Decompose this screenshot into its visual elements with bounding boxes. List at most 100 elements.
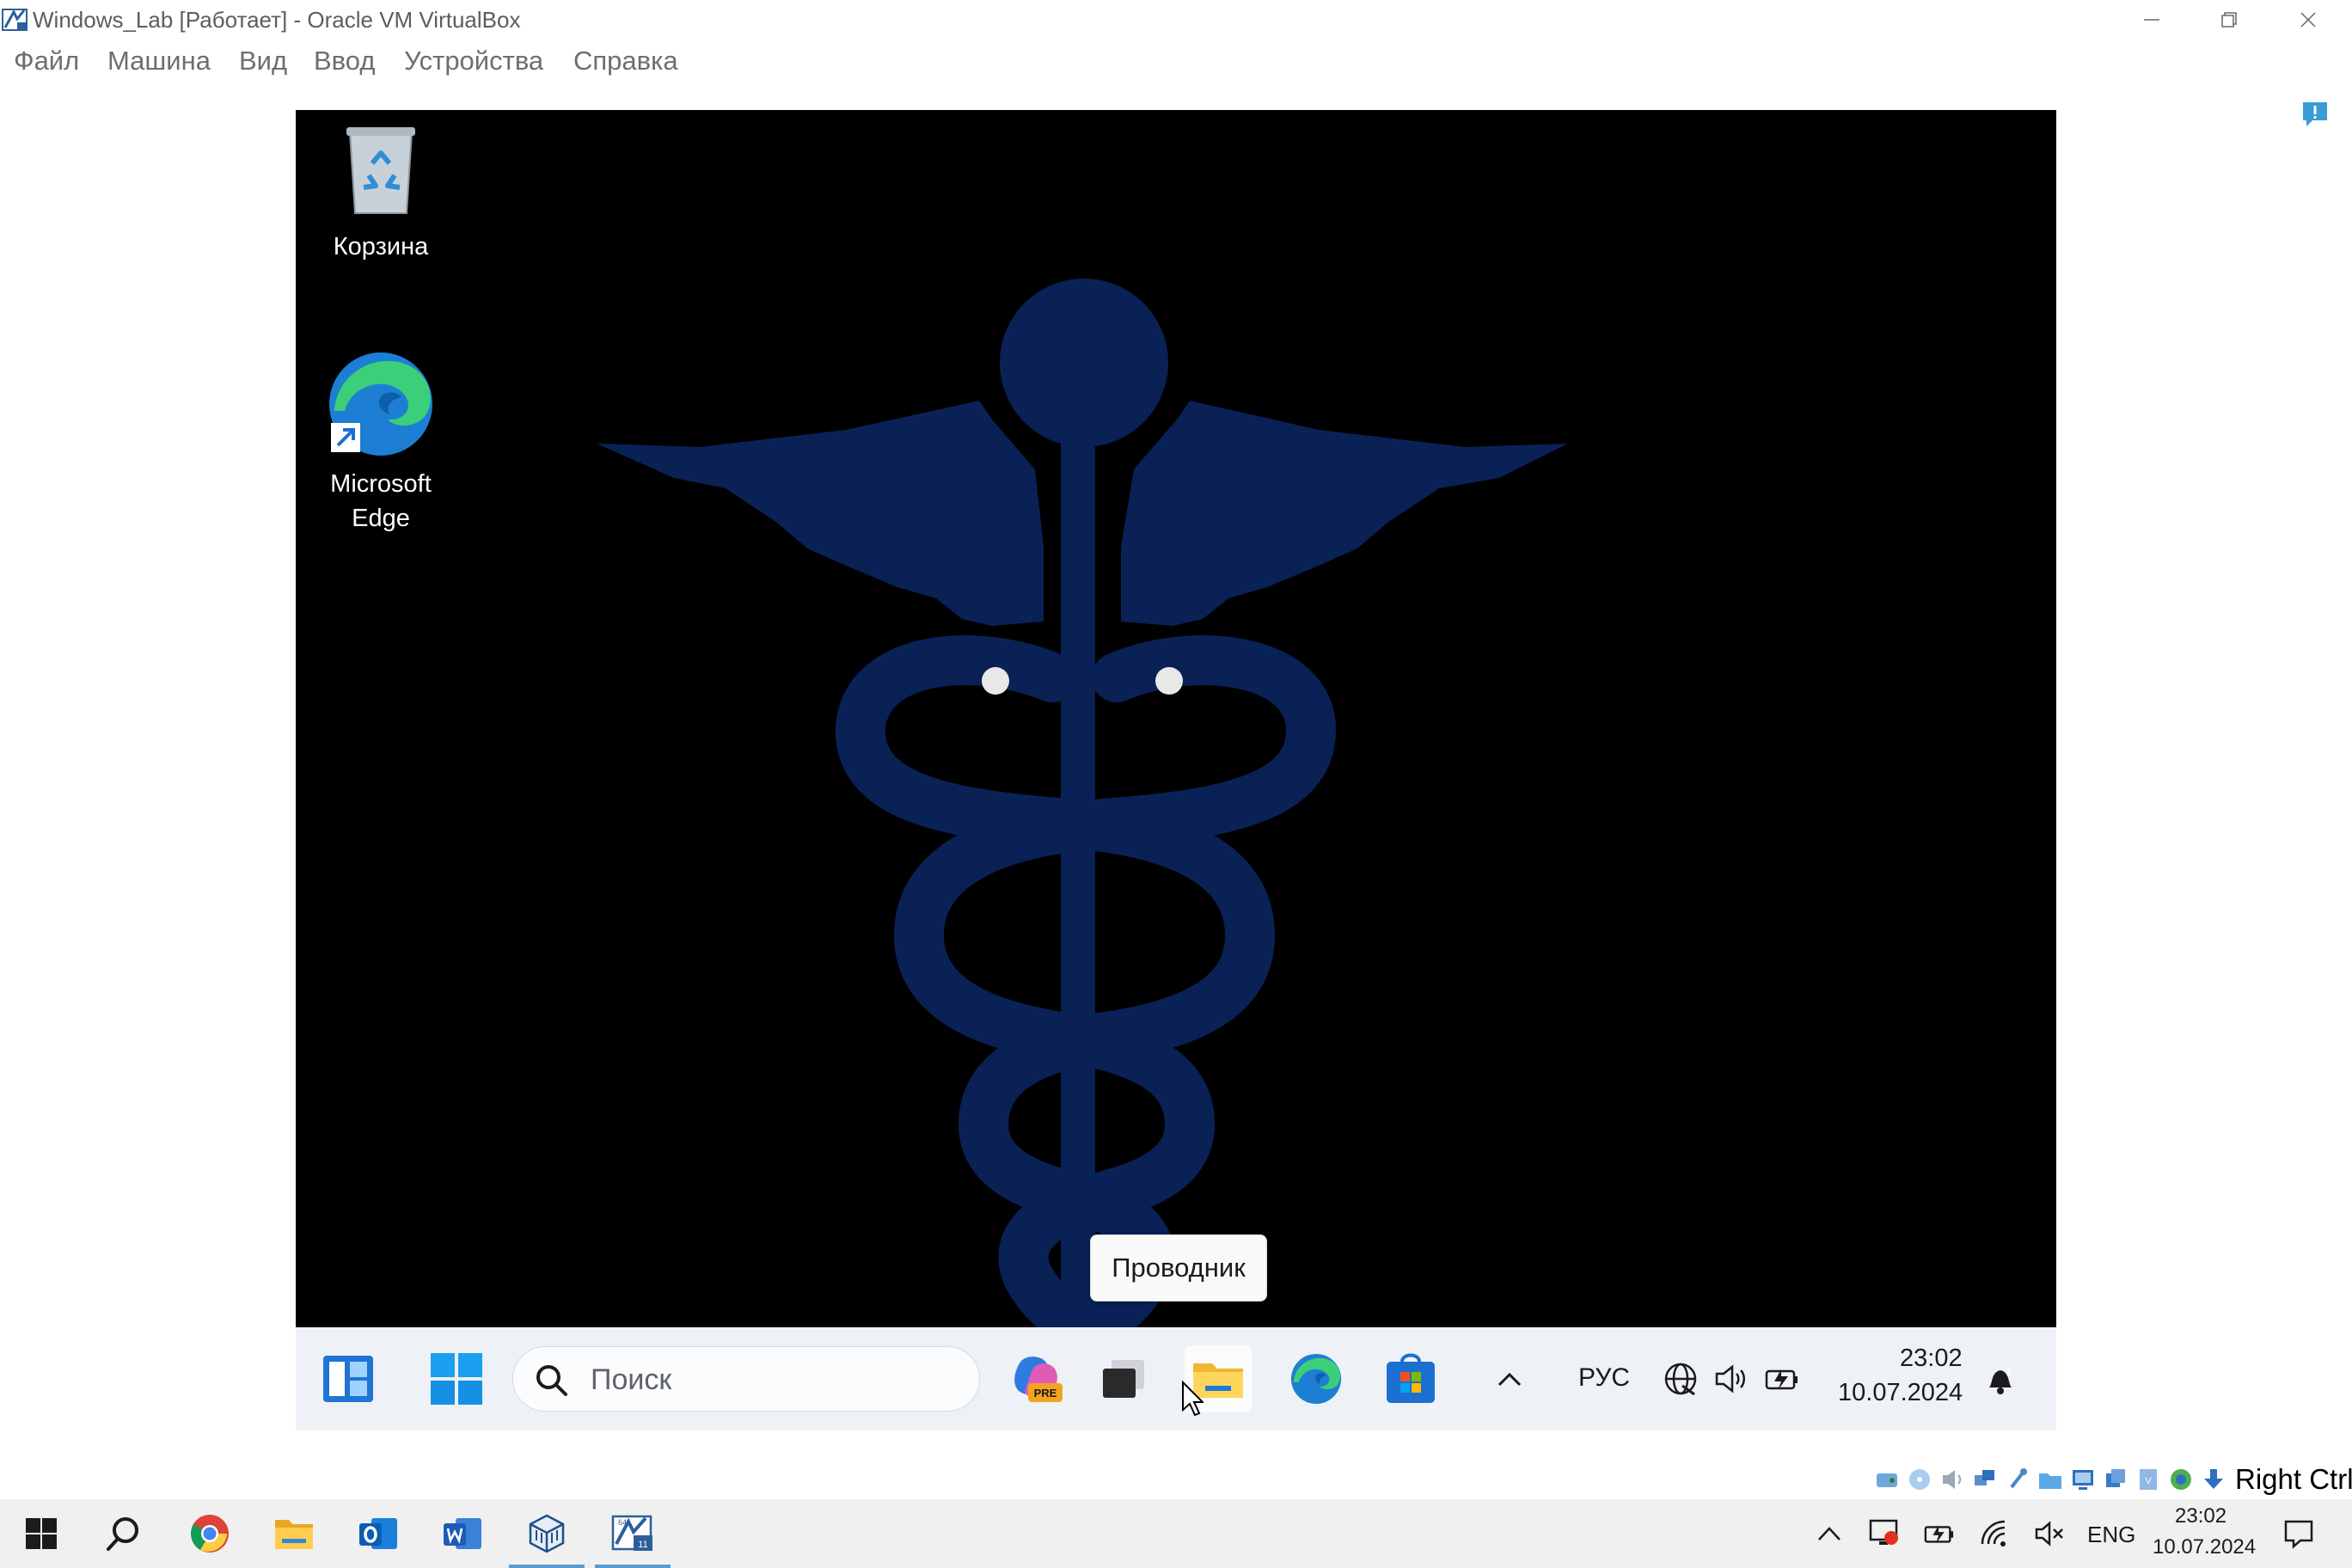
desktop-recycle-bin[interactable]: Корзина [308, 124, 454, 264]
desktop-icon-label: Корзина [333, 233, 429, 260]
shared-folders-icon[interactable] [2037, 1467, 2063, 1492]
vm-tray-overflow[interactable] [1485, 1345, 1534, 1412]
host-tray-overflow[interactable] [1814, 1518, 1845, 1549]
menu-machine[interactable]: Машина [107, 46, 211, 77]
host-tray-battery[interactable] [1924, 1518, 1955, 1549]
menu-view[interactable]: Вид [239, 46, 287, 77]
search-icon [536, 1365, 567, 1396]
host-clock-date[interactable]: 10.07.2024 [2153, 1535, 2256, 1559]
vm-search-box[interactable]: Поиск [512, 1346, 980, 1412]
host-outlook-button[interactable] [337, 1499, 420, 1568]
host-tray-volume-muted[interactable] [2034, 1518, 2065, 1549]
optical-drive-icon[interactable] [1907, 1467, 1932, 1492]
vm-network-button[interactable] [1659, 1345, 1702, 1412]
chevron-up-icon [1818, 1527, 1841, 1540]
host-action-center[interactable] [2280, 1518, 2318, 1549]
host-chrome-button[interactable] [168, 1499, 251, 1568]
volume-icon [1715, 1364, 1745, 1393]
vm-display[interactable]: Корзина Microsoft Edge Проводник [296, 110, 2056, 1327]
vm-notifications-button[interactable]: z [1979, 1345, 2022, 1412]
vm-taskview-button[interactable] [1090, 1345, 1157, 1412]
restore-button[interactable] [2190, 0, 2268, 39]
svg-text:64: 64 [618, 1518, 627, 1527]
vm-language-indicator[interactable]: РУС [1578, 1363, 1630, 1393]
close-button[interactable] [2269, 0, 2347, 39]
restore-icon [2221, 11, 2237, 28]
vm-taskbar: Поиск PRE РУС 23:02 10.07.2024 z [296, 1327, 2056, 1430]
usb-icon[interactable] [2005, 1467, 2030, 1492]
edge-icon [1290, 1353, 1342, 1405]
network-adapter-icon[interactable] [1972, 1467, 1998, 1492]
recording-icon[interactable] [2103, 1467, 2128, 1492]
menu-devices[interactable]: Устройства [404, 46, 543, 77]
chrome-icon [191, 1515, 229, 1553]
menu-file[interactable]: Файл [14, 46, 79, 77]
menu-help[interactable]: Справка [573, 46, 678, 77]
vm-window-icon: 11 64 [611, 1515, 652, 1551]
host-start-button[interactable] [0, 1499, 83, 1568]
mouse-cursor-icon [1182, 1381, 1204, 1417]
audio-icon[interactable] [1939, 1467, 1965, 1492]
wifi-icon [1981, 1520, 2006, 1547]
recycle-bin-icon [346, 127, 415, 214]
host-search-button[interactable] [83, 1499, 165, 1568]
chevron-up-icon [1498, 1372, 1522, 1387]
display-icon[interactable] [2070, 1467, 2096, 1492]
host-explorer-button[interactable] [253, 1499, 335, 1568]
vm-store-button[interactable] [1377, 1345, 1444, 1412]
action-center-icon [2284, 1520, 2313, 1549]
svg-text:V: V [2145, 1476, 2152, 1486]
close-icon [2300, 11, 2316, 28]
minimize-icon [2144, 18, 2159, 21]
search-placeholder: Поиск [591, 1363, 672, 1396]
cpu-icon[interactable]: V [2135, 1467, 2161, 1492]
vbox-notification-icon[interactable] [2300, 100, 2330, 129]
caduceus-wallpaper [597, 279, 1568, 1327]
edge-icon [329, 352, 432, 456]
vm-volume-button[interactable] [1709, 1345, 1752, 1412]
host-clock-time[interactable]: 23:02 [2175, 1504, 2226, 1528]
windows-start-icon [26, 1518, 57, 1549]
defender-monitor-icon [1869, 1519, 1898, 1545]
bell-snooze-icon: z [1989, 1364, 2012, 1394]
desktop-icon-label: Microsoft Edge [330, 470, 432, 532]
battery-charging-icon [1924, 1525, 1954, 1544]
word-icon [444, 1518, 481, 1549]
vm-copilot-button[interactable]: PRE [1002, 1345, 1069, 1412]
search-icon [107, 1517, 138, 1551]
vm-clock-time[interactable]: 23:02 [1900, 1344, 1963, 1373]
file-explorer-icon [275, 1520, 313, 1549]
vm-start-button[interactable] [423, 1345, 490, 1412]
host-vm-window-button[interactable]: 11 64 [591, 1499, 674, 1568]
virtualbox-icon [529, 1514, 565, 1553]
globe-network-icon [1664, 1363, 1697, 1396]
keyboard-capture-icon[interactable] [2201, 1467, 2226, 1492]
virtualbox-app-icon [2, 9, 28, 31]
menu-input[interactable]: Ввод [314, 46, 375, 77]
svg-text:z: z [2006, 1364, 2012, 1378]
vm-edge-button[interactable] [1283, 1345, 1350, 1412]
host-language-indicator[interactable]: ENG [2087, 1522, 2135, 1548]
host-tray-wifi[interactable] [1979, 1518, 2010, 1549]
host-virtualbox-button[interactable] [505, 1499, 588, 1568]
volume-muted-icon [2035, 1521, 2063, 1547]
widgets-icon [323, 1356, 373, 1402]
outlook-icon [359, 1518, 397, 1549]
start-icon [431, 1353, 482, 1405]
task-view-icon [1103, 1360, 1144, 1398]
host-word-button[interactable] [421, 1499, 504, 1568]
minimize-button[interactable] [2113, 0, 2190, 39]
hard-disk-icon[interactable] [1874, 1467, 1900, 1492]
vm-clock-date[interactable]: 10.07.2024 [1838, 1379, 1963, 1407]
vm-battery-button[interactable] [1761, 1345, 1804, 1412]
mouse-integration-icon[interactable] [2168, 1467, 2194, 1492]
vbox-menubar: Файл Машина Вид Ввод Устройства Справка [0, 39, 2352, 82]
vm-widgets-button[interactable] [315, 1345, 382, 1412]
explorer-tooltip: Проводник [1090, 1234, 1267, 1302]
svg-text:11: 11 [638, 1540, 647, 1550]
copilot-icon: PRE [1014, 1357, 1063, 1402]
host-tray-security[interactable] [1869, 1518, 1900, 1549]
desktop-edge[interactable]: Microsoft Edge [308, 351, 454, 536]
svg-text:PRE: PRE [1034, 1387, 1057, 1400]
vbox-titlebar: Windows_Lab [Работает] - Oracle VM Virtu… [0, 0, 2352, 39]
